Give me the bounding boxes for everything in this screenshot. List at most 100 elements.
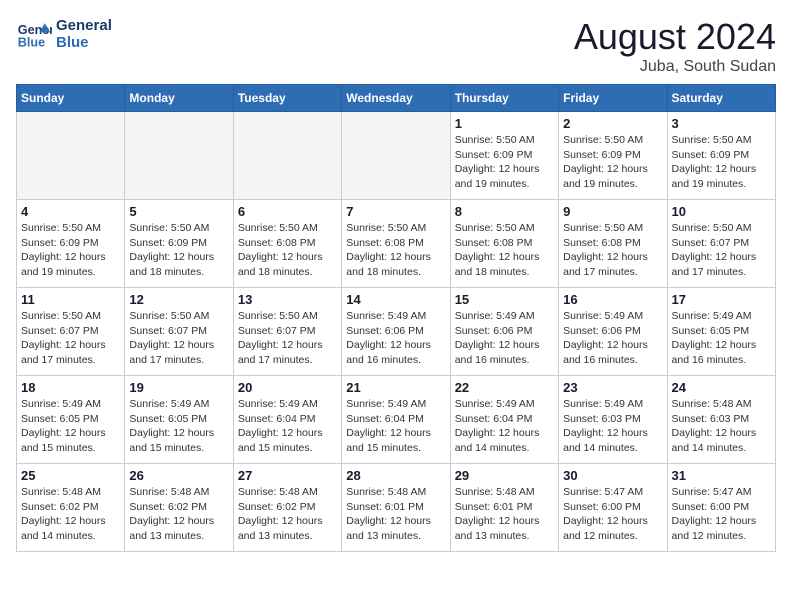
day-number: 12 — [129, 292, 228, 307]
svg-text:Blue: Blue — [18, 36, 45, 50]
weekday-header-wednesday: Wednesday — [342, 85, 450, 112]
calendar-cell: 25Sunrise: 5:48 AM Sunset: 6:02 PM Dayli… — [17, 464, 125, 552]
day-number: 9 — [563, 204, 662, 219]
day-info: Sunrise: 5:49 AM Sunset: 6:05 PM Dayligh… — [21, 397, 120, 456]
week-row-3: 11Sunrise: 5:50 AM Sunset: 6:07 PM Dayli… — [17, 288, 776, 376]
calendar-cell: 4Sunrise: 5:50 AM Sunset: 6:09 PM Daylig… — [17, 200, 125, 288]
calendar-cell: 7Sunrise: 5:50 AM Sunset: 6:08 PM Daylig… — [342, 200, 450, 288]
day-number: 3 — [672, 116, 771, 131]
calendar-cell: 23 Sunrise: 5:49 AM Sunset: 6:03 PM Dayli… — [559, 376, 667, 464]
week-row-5: 25 Sunrise: 5:48 AM Sunset: 6:02 PM Dayli… — [17, 464, 776, 552]
month-title: August 2024 — [574, 16, 776, 58]
weekday-header-saturday: Saturday — [667, 85, 775, 112]
day-number: 10 — [672, 204, 771, 219]
calendar-cell: 15Sunrise: 5:49 AM Sunset: 6:06 PM Dayli… — [450, 288, 558, 376]
day-info: Sunrise: 5:49 AM Sunset: 6:06 PM Dayligh… — [346, 309, 445, 368]
day-number: 13 — [238, 292, 337, 307]
day-info: Sunrise: 5:49 AM Sunset: 6:06 PM Dayligh… — [455, 309, 554, 368]
day-number: 17 — [672, 292, 771, 307]
location: Juba, South Sudan — [574, 58, 776, 76]
weekday-header-tuesday: Tuesday — [233, 85, 341, 112]
day-number: 24 — [672, 380, 771, 395]
day-info: Sunrise: 5:50 AM Sunset: 6:09 PM Dayligh… — [21, 221, 120, 280]
week-row-4: 18 Sunrise: 5:49 AM Sunset: 6:05 PM Dayli… — [17, 376, 776, 464]
weekday-header-monday: Monday — [125, 85, 233, 112]
calendar-cell — [17, 112, 125, 200]
calendar-cell: 21Sunrise: 5:49 AM Sunset: 6:04 PM Dayli… — [342, 376, 450, 464]
day-info: Sunrise: 5:50 AM Sunset: 6:08 PM Dayligh… — [346, 221, 445, 280]
day-info: Sunrise: 5:50 AM Sunset: 6:09 PM Dayligh… — [563, 133, 662, 192]
day-number: 19 — [129, 380, 228, 395]
calendar-cell: 2 Sunrise: 5:50 AM Sunset: 6:09 PM Daylig… — [559, 112, 667, 200]
calendar-cell: 30 Sunrise: 5:47 AM Sunset: 6:00 PM Dayli… — [559, 464, 667, 552]
weekday-header-sunday: Sunday — [17, 85, 125, 112]
weekday-header-row: SundayMondayTuesdayWednesdayThursdayFrid… — [17, 85, 776, 112]
day-number: 26 — [129, 468, 228, 483]
calendar-cell: 11Sunrise: 5:50 AM Sunset: 6:07 PM Dayli… — [17, 288, 125, 376]
calendar-cell: 17 Sunrise: 5:49 AM Sunset: 6:05 PM Dayli… — [667, 288, 775, 376]
calendar-cell: 14 Sunrise: 5:49 AM Sunset: 6:06 PM Dayli… — [342, 288, 450, 376]
calendar: SundayMondayTuesdayWednesdayThursdayFrid… — [16, 84, 776, 552]
calendar-cell: 12 Sunrise: 5:50 AM Sunset: 6:07 PM Dayli… — [125, 288, 233, 376]
day-number: 8 — [455, 204, 554, 219]
logo-line2: Blue — [56, 34, 112, 51]
calendar-cell: 18 Sunrise: 5:49 AM Sunset: 6:05 PM Dayli… — [17, 376, 125, 464]
day-number: 14 — [346, 292, 445, 307]
title-block: August 2024 Juba, South Sudan — [574, 16, 776, 76]
week-row-1: 1 Sunrise: 5:50 AM Sunset: 6:09 PM Daylig… — [17, 112, 776, 200]
day-number: 1 — [455, 116, 554, 131]
calendar-cell: 24 Sunrise: 5:48 AM Sunset: 6:03 PM Dayli… — [667, 376, 775, 464]
day-number: 23 — [563, 380, 662, 395]
day-info: Sunrise: 5:49 AM Sunset: 6:05 PM Dayligh… — [672, 309, 771, 368]
calendar-cell: 31Sunrise: 5:47 AM Sunset: 6:00 PM Dayli… — [667, 464, 775, 552]
calendar-cell: 16Sunrise: 5:49 AM Sunset: 6:06 PM Dayli… — [559, 288, 667, 376]
day-info: Sunrise: 5:50 AM Sunset: 6:07 PM Dayligh… — [21, 309, 120, 368]
day-number: 30 — [563, 468, 662, 483]
calendar-cell: 5Sunrise: 5:50 AM Sunset: 6:09 PM Daylig… — [125, 200, 233, 288]
day-number: 5 — [129, 204, 228, 219]
day-info: Sunrise: 5:50 AM Sunset: 6:08 PM Dayligh… — [238, 221, 337, 280]
calendar-cell: 10 Sunrise: 5:50 AM Sunset: 6:07 PM Dayli… — [667, 200, 775, 288]
calendar-cell: 29 Sunrise: 5:48 AM Sunset: 6:01 PM Dayli… — [450, 464, 558, 552]
calendar-cell — [233, 112, 341, 200]
day-info: Sunrise: 5:50 AM Sunset: 6:07 PM Dayligh… — [129, 309, 228, 368]
day-info: Sunrise: 5:50 AM Sunset: 6:07 PM Dayligh… — [672, 221, 771, 280]
day-info: Sunrise: 5:49 AM Sunset: 6:04 PM Dayligh… — [238, 397, 337, 456]
logo: General Blue General Blue — [16, 16, 112, 52]
day-info: Sunrise: 5:48 AM Sunset: 6:03 PM Dayligh… — [672, 397, 771, 456]
day-info: Sunrise: 5:50 AM Sunset: 6:07 PM Dayligh… — [238, 309, 337, 368]
day-info: Sunrise: 5:49 AM Sunset: 6:03 PM Dayligh… — [563, 397, 662, 456]
day-number: 18 — [21, 380, 120, 395]
day-info: Sunrise: 5:50 AM Sunset: 6:08 PM Dayligh… — [455, 221, 554, 280]
day-info: Sunrise: 5:48 AM Sunset: 6:01 PM Dayligh… — [455, 485, 554, 544]
day-number: 6 — [238, 204, 337, 219]
calendar-cell: 19 Sunrise: 5:49 AM Sunset: 6:05 PM Dayli… — [125, 376, 233, 464]
day-info: Sunrise: 5:50 AM Sunset: 6:08 PM Dayligh… — [563, 221, 662, 280]
calendar-cell: 20Sunrise: 5:49 AM Sunset: 6:04 PM Dayli… — [233, 376, 341, 464]
calendar-cell: 26 Sunrise: 5:48 AM Sunset: 6:02 PM Dayli… — [125, 464, 233, 552]
day-info: Sunrise: 5:49 AM Sunset: 6:05 PM Dayligh… — [129, 397, 228, 456]
day-info: Sunrise: 5:49 AM Sunset: 6:04 PM Dayligh… — [346, 397, 445, 456]
calendar-cell: 27Sunrise: 5:48 AM Sunset: 6:02 PM Dayli… — [233, 464, 341, 552]
day-number: 2 — [563, 116, 662, 131]
day-number: 31 — [672, 468, 771, 483]
day-number: 29 — [455, 468, 554, 483]
calendar-cell: 1 Sunrise: 5:50 AM Sunset: 6:09 PM Daylig… — [450, 112, 558, 200]
logo-line1: General — [56, 17, 112, 34]
calendar-cell: 22Sunrise: 5:49 AM Sunset: 6:04 PM Dayli… — [450, 376, 558, 464]
day-info: Sunrise: 5:47 AM Sunset: 6:00 PM Dayligh… — [563, 485, 662, 544]
day-number: 16 — [563, 292, 662, 307]
calendar-cell — [342, 112, 450, 200]
calendar-cell: 8 Sunrise: 5:50 AM Sunset: 6:08 PM Daylig… — [450, 200, 558, 288]
day-number: 28 — [346, 468, 445, 483]
day-info: Sunrise: 5:50 AM Sunset: 6:09 PM Dayligh… — [455, 133, 554, 192]
day-number: 27 — [238, 468, 337, 483]
day-info: Sunrise: 5:49 AM Sunset: 6:04 PM Dayligh… — [455, 397, 554, 456]
calendar-cell: 3Sunrise: 5:50 AM Sunset: 6:09 PM Daylig… — [667, 112, 775, 200]
day-info: Sunrise: 5:48 AM Sunset: 6:01 PM Dayligh… — [346, 485, 445, 544]
day-number: 25 — [21, 468, 120, 483]
day-info: Sunrise: 5:48 AM Sunset: 6:02 PM Dayligh… — [129, 485, 228, 544]
calendar-cell — [125, 112, 233, 200]
calendar-cell: 13 Sunrise: 5:50 AM Sunset: 6:07 PM Dayli… — [233, 288, 341, 376]
calendar-cell: 6 Sunrise: 5:50 AM Sunset: 6:08 PM Daylig… — [233, 200, 341, 288]
